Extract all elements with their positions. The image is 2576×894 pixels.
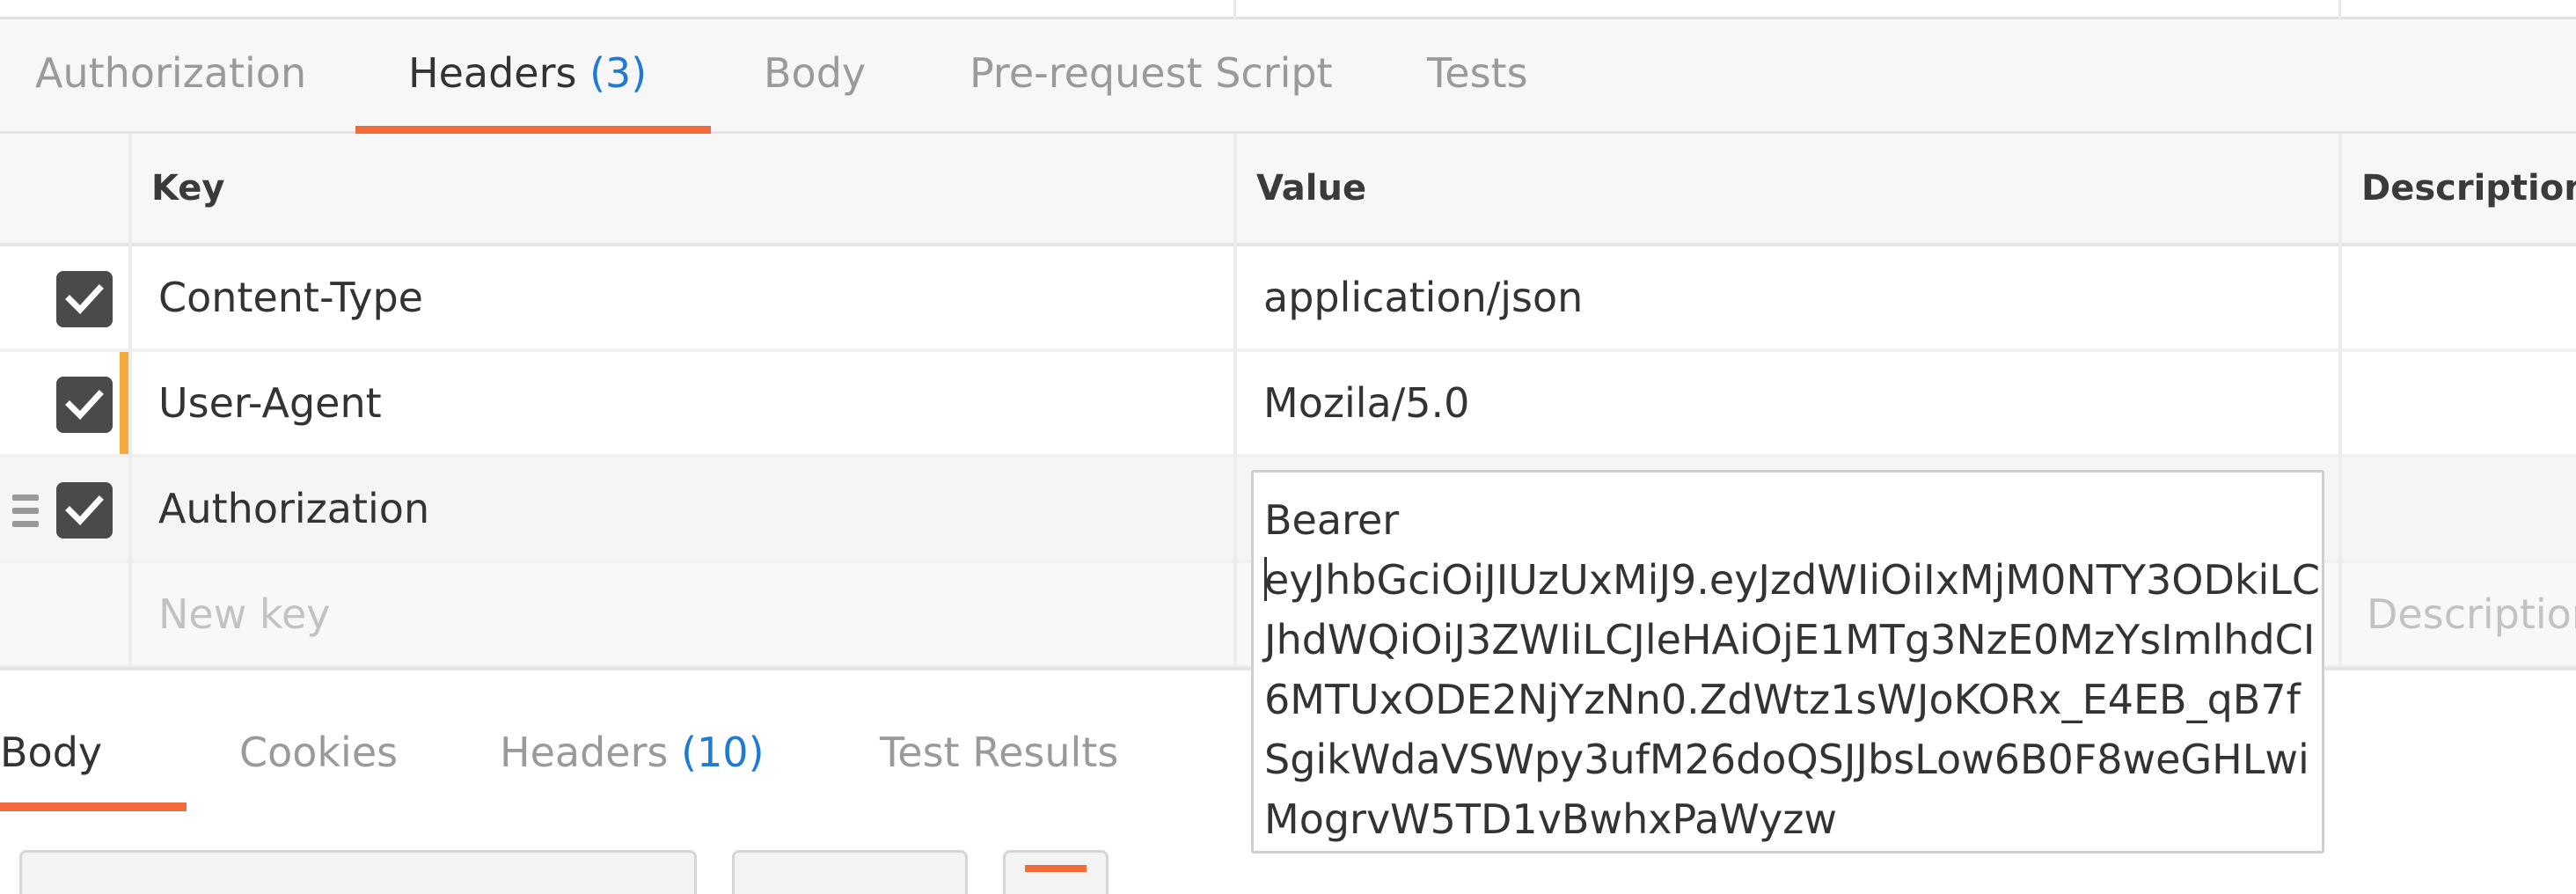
tab-tests[interactable]: Tests	[1427, 19, 1528, 134]
headers-table-header: Key Value Description	[0, 134, 2576, 246]
tab-authorization[interactable]: Authorization	[35, 19, 306, 134]
new-description-input[interactable]: Description	[2367, 563, 2576, 665]
header-value-cell[interactable]: application/json	[1263, 246, 1583, 348]
active-tab-indicator	[0, 802, 187, 811]
column-divider	[1233, 0, 1236, 19]
tab-test-results[interactable]: Test Results	[880, 670, 1118, 811]
column-header-key: Key	[151, 168, 225, 209]
column-header-description: Description	[2361, 168, 2576, 209]
column-divider	[2338, 0, 2341, 19]
tab-label: Pre-request Script	[970, 49, 1333, 97]
wrap-icon	[1025, 865, 1087, 872]
column-divider	[128, 134, 132, 669]
tab-label: Tests	[1427, 49, 1528, 97]
header-key-cell[interactable]: Content-Type	[158, 246, 423, 348]
active-tab-indicator	[355, 126, 711, 134]
tab-response-headers[interactable]: Headers (10)	[500, 670, 765, 811]
new-key-input[interactable]: New key	[158, 563, 330, 665]
tab-cookies[interactable]: Cookies	[239, 670, 398, 811]
tab-body[interactable]: Body	[764, 19, 866, 134]
modified-row-marker	[120, 352, 128, 454]
checkmark-icon	[65, 390, 104, 421]
value-editor-textarea[interactable]: Bearer eyJhbGciOiJIUzUxMiJ9.eyJzdWIiOiIx…	[1251, 470, 2324, 854]
format-dropdown-button[interactable]	[732, 850, 968, 894]
tab-response-body[interactable]: Body	[0, 670, 187, 811]
enable-checkbox[interactable]	[56, 482, 113, 539]
table-row: User-Agent Mozila/5.0	[0, 352, 2576, 458]
tab-label: Headers	[408, 49, 577, 97]
tab-count-badge: (10)	[681, 729, 765, 776]
tab-label: Body	[0, 729, 103, 776]
header-value-cell[interactable]: Mozila/5.0	[1263, 352, 1469, 454]
tab-headers[interactable]: Headers (3)	[355, 19, 711, 134]
tab-count-badge: (3)	[589, 49, 648, 97]
view-mode-button-group[interactable]	[19, 850, 697, 894]
enable-checkbox[interactable]	[56, 377, 113, 433]
table-row: Content-Type application/json	[0, 246, 2576, 352]
column-divider	[1233, 134, 1237, 669]
tab-label: Test Results	[880, 729, 1119, 776]
checkmark-icon	[65, 495, 104, 526]
request-tabs: Authorization Headers (3) Body Pre-reque…	[0, 19, 2576, 134]
tab-label: Headers	[500, 729, 669, 776]
checkmark-icon	[65, 284, 104, 315]
header-key-cell[interactable]: User-Agent	[158, 352, 382, 454]
tab-label: Authorization	[35, 49, 307, 97]
tab-label: Body	[764, 49, 867, 97]
tab-label: Cookies	[239, 729, 399, 776]
tab-pre-request-script[interactable]: Pre-request Script	[970, 19, 1333, 134]
drag-handle-icon[interactable]	[12, 495, 39, 528]
wrap-lines-button[interactable]	[1003, 850, 1109, 894]
enable-checkbox[interactable]	[56, 271, 113, 327]
value-line-bearer: Bearer	[1264, 496, 1400, 544]
column-divider	[2338, 134, 2342, 669]
column-header-value: Value	[1256, 168, 1367, 209]
previous-row-strip	[0, 0, 2576, 19]
header-key-cell[interactable]: Authorization	[158, 458, 429, 560]
value-token-text: eyJhbGciOiJIUzUxMiJ9.eyJzdWIiOiIxMjM0NTY…	[1264, 556, 2321, 843]
